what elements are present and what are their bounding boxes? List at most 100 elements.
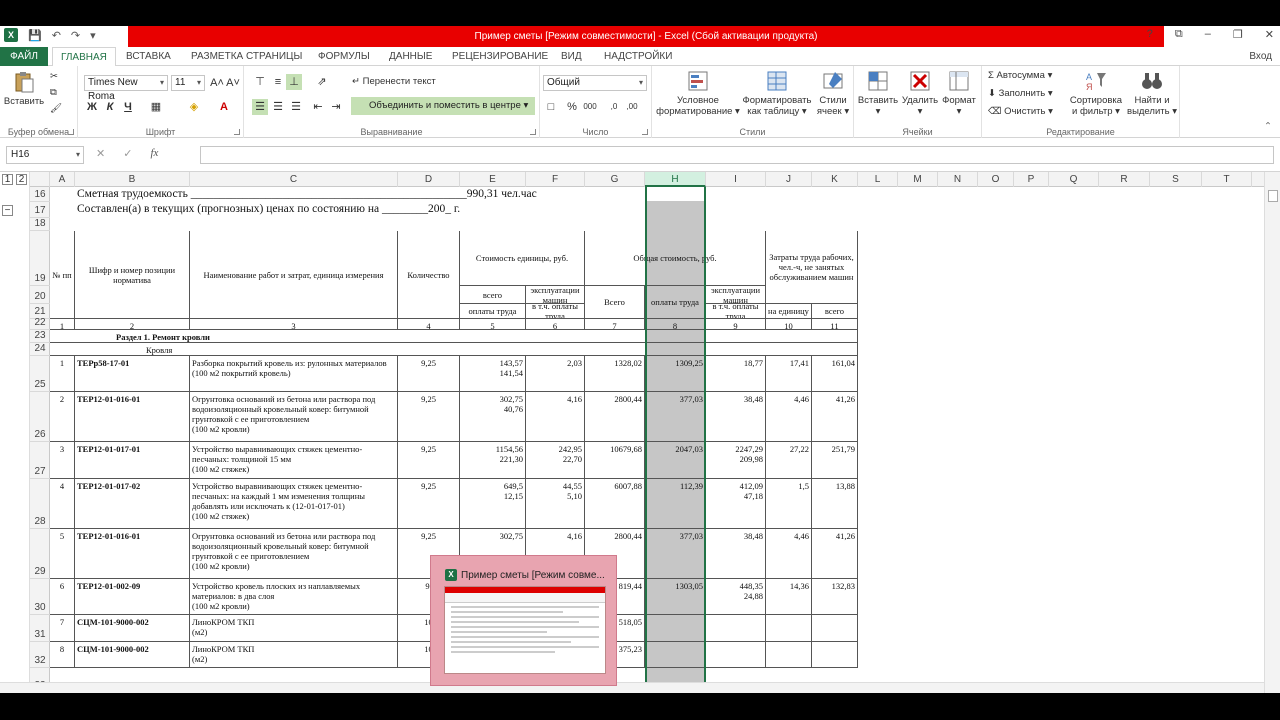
delete-cells-button[interactable]: Удалить ▾: [898, 69, 942, 117]
row-labor-unit[interactable]: 27,22: [766, 442, 812, 479]
header-incl-wages-2[interactable]: в т.ч. оплаты труда: [706, 304, 766, 319]
orientation-icon[interactable]: ⇗: [314, 74, 330, 90]
header-per-unit[interactable]: на единицу: [766, 304, 812, 319]
tab-addins[interactable]: НАДСТРОЙКИ: [604, 47, 672, 66]
copy-icon[interactable]: ⧉: [50, 86, 57, 100]
redo-icon[interactable]: ↷: [71, 29, 80, 42]
row-unit-all[interactable]: 649,5 12,15: [460, 479, 526, 529]
column-header-s[interactable]: S: [1150, 172, 1202, 187]
find-select-button[interactable]: Найти и выделить ▾: [1126, 69, 1178, 117]
row-number[interactable]: 4: [50, 479, 75, 529]
dialog-launcher-icon[interactable]: [68, 129, 74, 135]
row-labor-unit[interactable]: [766, 615, 812, 642]
row-total-wages[interactable]: 1303,05: [645, 579, 706, 615]
column-header-f[interactable]: F: [526, 172, 585, 187]
header-code[interactable]: Шифр и номер позиции норматива: [75, 231, 190, 319]
close-icon[interactable]: ✕: [1265, 28, 1274, 41]
row-code[interactable]: ТЕР12-01-016-01: [75, 392, 190, 442]
cancel-icon[interactable]: ✕: [96, 147, 105, 160]
row-header-18[interactable]: 18: [30, 218, 50, 231]
tab-insert[interactable]: ВСТАВКА: [126, 47, 171, 66]
bold-button[interactable]: Ж: [84, 99, 100, 115]
italic-button[interactable]: К: [102, 99, 118, 115]
header-incl-wages[interactable]: в т.ч. оплаты труда: [526, 304, 585, 319]
row-name[interactable]: ЛиноКРОМ ТКП (м2): [190, 615, 398, 642]
tab-formulas[interactable]: ФОРМУЛЫ: [318, 47, 370, 66]
font-name-select[interactable]: Times New Roma ▾: [84, 75, 168, 102]
taskbar-thumbnail-preview[interactable]: X Пример сметы [Режим совме...: [430, 555, 617, 686]
grow-font-icon[interactable]: A˄: [209, 75, 225, 91]
tab-home[interactable]: ГЛАВНАЯ: [52, 47, 116, 67]
row-total-wages[interactable]: 2047,03: [645, 442, 706, 479]
percent-icon[interactable]: %: [564, 99, 580, 115]
column-header-o[interactable]: O: [978, 172, 1014, 187]
row-header-26[interactable]: 26: [30, 392, 50, 442]
restore-icon[interactable]: ❐: [1233, 28, 1243, 41]
header-num[interactable]: № пп: [50, 231, 75, 319]
row-number[interactable]: 2: [50, 392, 75, 442]
help-icon[interactable]: ?: [1147, 28, 1153, 41]
column-number[interactable]: 2: [75, 319, 190, 330]
header-labor[interactable]: Затраты труда рабочих, чел.-ч, не заняты…: [766, 231, 858, 304]
row-name[interactable]: ЛиноКРОМ ТКП (м2): [190, 642, 398, 668]
row-header-28[interactable]: 28: [30, 479, 50, 529]
row-labor-total[interactable]: 41,26: [812, 392, 858, 442]
increase-indent-icon[interactable]: ⇥: [328, 99, 344, 115]
row-total-wages[interactable]: 377,03: [645, 392, 706, 442]
column-header-k[interactable]: K: [812, 172, 858, 187]
underline-button[interactable]: Ч: [120, 99, 136, 115]
row-code[interactable]: ТЕР12-01-017-02: [75, 479, 190, 529]
tab-data[interactable]: ДАННЫЕ: [389, 47, 432, 66]
row-total[interactable]: 2800,44: [585, 392, 645, 442]
row-code[interactable]: СЦМ-101-9000-002: [75, 615, 190, 642]
cell-styles-button[interactable]: Стили ячеек ▾: [814, 69, 852, 117]
subsection-title[interactable]: Кровля: [50, 343, 858, 356]
column-header-h[interactable]: H: [645, 172, 706, 187]
row-total[interactable]: 1328,02: [585, 356, 645, 392]
column-number[interactable]: 7: [585, 319, 645, 330]
column-number[interactable]: 6: [526, 319, 585, 330]
row-total-machines[interactable]: [706, 642, 766, 668]
wrap-text-button[interactable]: ↵ Перенести текст: [352, 75, 436, 89]
shrink-font-icon[interactable]: A˅: [225, 75, 241, 91]
column-header-b[interactable]: B: [75, 172, 190, 187]
paste-button[interactable]: Вставить: [2, 70, 46, 107]
row-labor-total[interactable]: [812, 642, 858, 668]
cut-icon[interactable]: ✂: [50, 70, 58, 84]
outline-level-1-icon[interactable]: 1: [2, 174, 13, 185]
row-code[interactable]: ТЕРр58-17-01: [75, 356, 190, 392]
row-total-wages[interactable]: [645, 642, 706, 668]
column-header-i[interactable]: I: [706, 172, 766, 187]
row-total-machines[interactable]: 412,09 47,18: [706, 479, 766, 529]
row-header-17[interactable]: 17: [30, 202, 50, 218]
fill-color-icon[interactable]: ◈: [186, 99, 202, 115]
row-number[interactable]: 5: [50, 529, 75, 579]
column-header-j[interactable]: J: [766, 172, 812, 187]
row-code[interactable]: ТЕР12-01-016-01: [75, 529, 190, 579]
number-format-select[interactable]: Общий ▾: [543, 75, 647, 91]
row-unit-machines[interactable]: 44,55 5,10: [526, 479, 585, 529]
row-labor-total[interactable]: 161,04: [812, 356, 858, 392]
header-wages-2[interactable]: оплаты труда: [460, 304, 526, 319]
row-number[interactable]: 7: [50, 615, 75, 642]
column-header-q[interactable]: Q: [1049, 172, 1099, 187]
tab-view[interactable]: ВИД: [561, 47, 582, 66]
estimate-labor-line[interactable]: Сметная трудоемкость ___________________…: [75, 187, 898, 202]
tab-page-layout[interactable]: РАЗМЕТКА СТРАНИЦЫ: [191, 47, 302, 66]
row-header-20[interactable]: 20: [30, 286, 50, 304]
row-labor-unit[interactable]: 4,46: [766, 529, 812, 579]
row-total-machines[interactable]: 18,77: [706, 356, 766, 392]
row-header-27[interactable]: 27: [30, 442, 50, 479]
header-name[interactable]: Наименование работ и затрат, единица изм…: [190, 231, 398, 319]
enter-icon[interactable]: ✓: [123, 147, 132, 160]
conditional-formatting-button[interactable]: Условное форматирование ▾: [656, 69, 740, 117]
header-qty[interactable]: Количество: [398, 231, 460, 319]
dialog-launcher-icon[interactable]: [642, 129, 648, 135]
row-total-machines[interactable]: 38,48: [706, 392, 766, 442]
column-number[interactable]: 10: [766, 319, 812, 330]
scroll-thumb[interactable]: [1268, 190, 1278, 202]
cell-grid[interactable]: Сметная трудоемкость ___________________…: [50, 187, 1264, 693]
row-total-machines[interactable]: 38,48: [706, 529, 766, 579]
row-name[interactable]: Устройство выравнивающих стяжек цементно…: [190, 442, 398, 479]
row-total-wages[interactable]: 112,39: [645, 479, 706, 529]
